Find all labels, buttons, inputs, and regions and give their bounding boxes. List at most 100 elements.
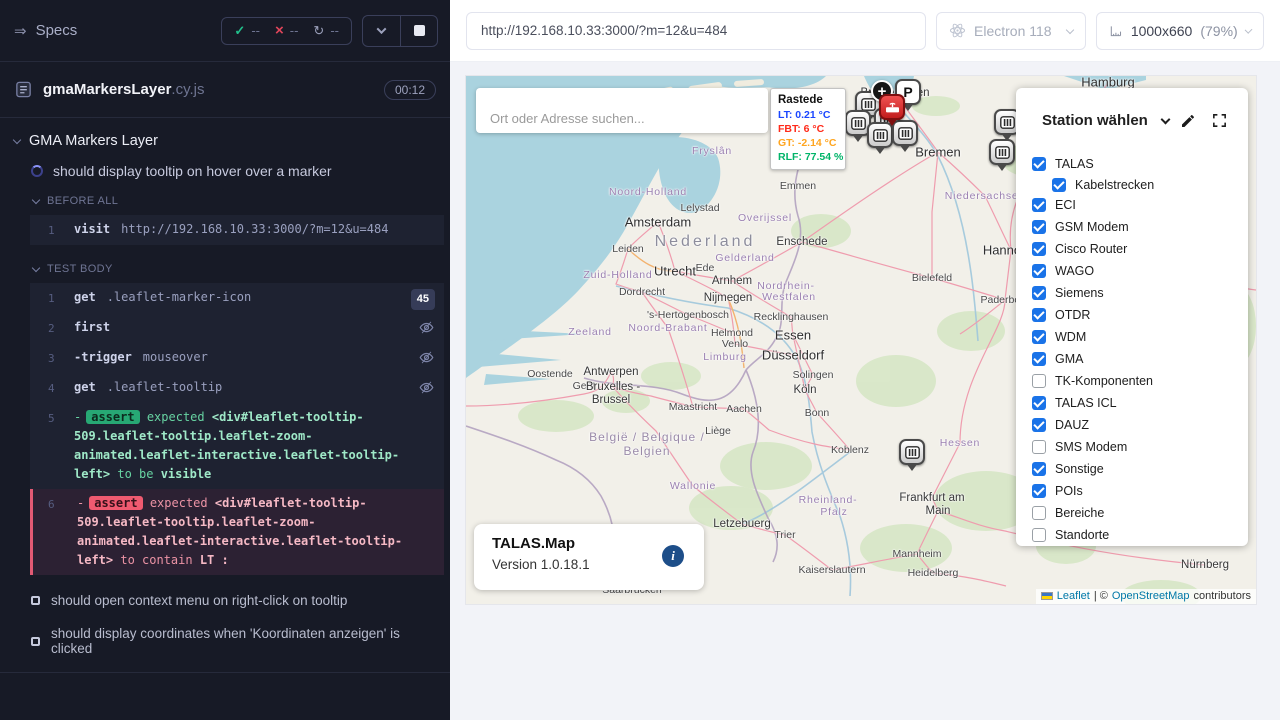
layer-label: SMS Modem — [1055, 440, 1127, 454]
layer-checkbox-list: TALAS Kabelstrecken ECI GSM Modem Cisco Rout… — [1016, 143, 1248, 546]
section-chevron-icon — [32, 263, 40, 271]
aut-toolbar: http://192.168.10.33:3000/?m=12&u=484 El… — [450, 0, 1280, 62]
pending-test-title: should display coordinates when 'Koordin… — [51, 626, 434, 656]
layer-checkbox-wago[interactable]: WAGO — [1032, 260, 1248, 282]
command-line-number: 1 — [30, 288, 74, 308]
spec-file-row[interactable]: gmaMarkersLayer.cy.js 00:12 — [0, 62, 450, 118]
layer-label: Kabelstrecken — [1075, 178, 1154, 192]
station-rack-icon — [851, 117, 866, 130]
selected-gma-marker[interactable] — [879, 94, 905, 120]
layer-checkbox-kabelstrecken[interactable]: Kabelstrecken — [1052, 175, 1248, 194]
stat-passed: ✓-- — [234, 23, 260, 39]
station-rack-icon — [905, 446, 920, 459]
command-row[interactable]: 4get.leaflet-tooltip — [30, 373, 444, 403]
aut-panel: http://192.168.10.33:3000/?m=12&u=484 El… — [450, 0, 1280, 720]
chevron-down-icon — [1066, 25, 1074, 33]
station-marker[interactable] — [989, 139, 1015, 165]
viewport-ruler-icon — [1109, 23, 1123, 39]
edit-pencil-icon[interactable] — [1180, 113, 1196, 129]
unchecked-checkbox-icon — [1032, 528, 1046, 542]
tooltip-measurement: FBT: 6 °C — [778, 122, 838, 136]
layer-checkbox-gsm-modem[interactable]: GSM Modem — [1032, 216, 1248, 238]
osm-link[interactable]: OpenStreetMap — [1112, 590, 1190, 602]
checked-checkbox-icon — [1032, 264, 1046, 278]
layer-checkbox-sms-modem[interactable]: SMS Modem — [1032, 436, 1248, 458]
expand-fullscreen-icon[interactable] — [1211, 112, 1228, 129]
stop-button[interactable] — [400, 16, 437, 46]
spec-extension: .cy.js — [171, 81, 204, 98]
failed-cross-icon: × — [275, 26, 284, 36]
viewport-select[interactable]: 1000x660 (79%) — [1096, 12, 1264, 50]
command-line-number: 6 — [33, 494, 77, 570]
station-rack-icon — [898, 127, 913, 140]
suite-row[interactable]: GMA Markers Layer — [0, 124, 450, 157]
checked-checkbox-icon — [1032, 198, 1046, 212]
gma-router-icon — [885, 101, 900, 114]
url-input[interactable]: http://192.168.10.33:3000/?m=12&u=484 — [466, 12, 926, 50]
test-body-header[interactable]: TEST BODY — [0, 254, 450, 280]
station-marker[interactable] — [899, 439, 925, 465]
specs-menu-button[interactable]: ⇒ Specs — [14, 22, 77, 40]
command-assert-failed[interactable]: 6-assert expected <div#leaflet-tooltip-5… — [30, 489, 444, 575]
layer-label: GSM Modem — [1055, 220, 1129, 234]
layer-checkbox-siemens[interactable]: Siemens — [1032, 282, 1248, 304]
browser-select[interactable]: Electron 118 — [936, 12, 1086, 50]
checked-checkbox-icon — [1052, 178, 1066, 192]
app-window: ⇒ Specs ✓-- ×-- ↻-- gmaMarkersLayer.cy.j… — [0, 0, 1280, 720]
checked-checkbox-icon — [1032, 308, 1046, 322]
marker-tooltip: Rastede LT: 0.21 °CFBT: 6 °CGT: -2.14 °C… — [770, 88, 846, 170]
layer-checkbox-talas-icl[interactable]: TALAS ICL — [1032, 392, 1248, 414]
layer-checkbox-bereiche[interactable]: Bereiche — [1032, 502, 1248, 524]
layer-checkbox-sonstige[interactable]: Sonstige — [1032, 458, 1248, 480]
collapse-button[interactable] — [363, 16, 400, 46]
layer-checkbox-wdm[interactable]: WDM — [1032, 326, 1248, 348]
map-search-input[interactable]: Ort oder Adresse suchen... — [476, 88, 768, 133]
chevron-down-icon — [377, 24, 387, 34]
pending-test-row[interactable]: should open context menu on right-click … — [0, 584, 450, 617]
station-select-label[interactable]: Station wählen — [1042, 112, 1148, 129]
layer-label: Bereiche — [1055, 506, 1104, 520]
checked-checkbox-icon — [1032, 157, 1046, 171]
command-row[interactable]: 1visithttp://192.168.10.33:3000/?m=12&u=… — [30, 215, 444, 245]
unchecked-checkbox-icon — [1032, 374, 1046, 388]
running-restart-icon: ↻ — [313, 23, 324, 39]
section-chevron-icon — [32, 195, 40, 203]
before-all-header[interactable]: BEFORE ALL — [0, 186, 450, 212]
command-assert-passed[interactable]: 5-assert expected <div#leaflet-tooltip-5… — [30, 403, 444, 489]
command-row[interactable]: 1get.leaflet-marker-icon45 — [30, 283, 444, 313]
layer-checkbox-eci[interactable]: ECI — [1032, 194, 1248, 216]
checked-checkbox-icon — [1032, 330, 1046, 344]
layer-checkbox-dauz[interactable]: DAUZ — [1032, 414, 1248, 436]
test-stats: ✓-- ×-- ↻-- — [221, 17, 352, 45]
active-test-row[interactable]: should display tooltip on hover over a m… — [0, 157, 450, 186]
test-running-spinner-icon — [31, 165, 43, 177]
layer-checkbox-cisco-router[interactable]: Cisco Router — [1032, 238, 1248, 260]
layer-label: TALAS — [1055, 157, 1094, 171]
layer-label: Siemens — [1055, 286, 1104, 300]
station-panel-header: Station wählen — [1016, 88, 1248, 143]
layer-checkbox-standorte[interactable]: Standorte — [1032, 524, 1248, 546]
reporter-divider — [0, 672, 450, 673]
info-icon[interactable]: i — [662, 545, 684, 567]
checked-checkbox-icon — [1032, 484, 1046, 498]
map[interactable]: FryslânNoord-HollandEmmenLelystadAmsterd… — [466, 76, 1256, 604]
specs-arrow-icon: ⇒ — [14, 22, 27, 40]
command-line-number: 4 — [30, 378, 74, 398]
checked-checkbox-icon — [1032, 352, 1046, 366]
station-rack-icon — [995, 146, 1010, 159]
command-line-number: 5 — [30, 408, 74, 484]
layer-checkbox-otdr[interactable]: OTDR — [1032, 304, 1248, 326]
layer-checkbox-talas[interactable]: TALAS — [1032, 153, 1248, 175]
pending-test-row[interactable]: should display coordinates when 'Koordin… — [0, 617, 450, 665]
command-row[interactable]: 2first — [30, 313, 444, 343]
station-panel: Station wählen TALAS Kabelstrecken ECI GSM … — [1016, 88, 1248, 546]
layer-label: GMA — [1055, 352, 1083, 366]
layer-label: DAUZ — [1055, 418, 1089, 432]
command-row[interactable]: 3-triggermouseover — [30, 343, 444, 373]
layer-checkbox-gma[interactable]: GMA — [1032, 348, 1248, 370]
leaflet-link[interactable]: Leaflet — [1057, 590, 1090, 602]
chevron-down-icon[interactable] — [1160, 114, 1170, 124]
layer-checkbox-tk-komponenten[interactable]: TK-Komponenten — [1032, 370, 1248, 392]
layer-checkbox-pois[interactable]: POIs — [1032, 480, 1248, 502]
version-box: TALAS.Map Version 1.0.18.1 i — [474, 524, 704, 590]
